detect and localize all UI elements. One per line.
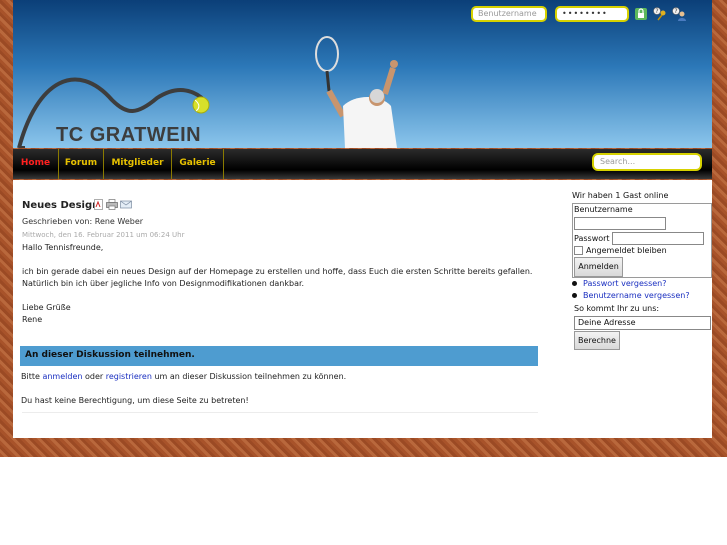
nav-item-gallery[interactable]: Galerie (172, 149, 224, 179)
discussion-prompt: Bitte anmelden oder registrieren um an d… (21, 372, 346, 381)
top-username-input[interactable]: Benutzername (471, 6, 547, 22)
discussion-text: um an dieser Diskussion teilnehmen zu kö… (154, 372, 347, 381)
login-link[interactable]: anmelden (42, 372, 82, 381)
article-line: Natürlich bin ich über jegliche Info von… (22, 279, 305, 288)
svg-text:?: ? (674, 8, 677, 15)
bullet (572, 281, 577, 286)
username-label: Benutzername (574, 205, 633, 214)
pdf-icon[interactable] (93, 199, 104, 210)
address-input[interactable]: Deine Adresse (574, 316, 711, 330)
bullet (572, 293, 577, 298)
tennis-ball-icon (192, 96, 210, 114)
forgot-password-label[interactable]: Passwort vergessen? (583, 279, 667, 288)
email-icon[interactable] (120, 199, 132, 210)
article-date: Mittwoch, den 16. Februar 2011 um 06:24 … (22, 231, 185, 239)
article-closing: Liebe Grüße (22, 303, 71, 312)
main-nav: Home Forum Mitglieder Galerie Search... (13, 149, 712, 179)
discussion-header: An dieser Diskussion teilnehmen. (20, 346, 538, 366)
password-field[interactable] (612, 232, 704, 245)
remember-checkbox[interactable] (574, 246, 583, 255)
logo-text: TC GRATWEIN (56, 124, 202, 146)
forgot-username-icon[interactable]: ? (672, 7, 686, 21)
route-label: So kommt Ihr zu uns: (574, 304, 660, 313)
article-greeting: Hallo Tennisfreunde, (22, 243, 104, 252)
register-link[interactable]: registrieren (106, 372, 152, 381)
nav-item-home[interactable]: Home (13, 149, 59, 179)
content-area: Neues Design Geschrieben von: Rene Weber… (13, 180, 712, 438)
article-author: Geschrieben von: Rene Weber (22, 217, 144, 226)
svg-text:?: ? (655, 8, 658, 15)
remember-label: Angemeldet bleiben (586, 246, 667, 255)
calculate-route-button[interactable]: Berechne (574, 331, 620, 350)
article-signature: Rene (22, 315, 43, 324)
forgot-username-link[interactable]: Benutzername vergessen? (572, 291, 690, 300)
nav-item-members[interactable]: Mitglieder (104, 149, 172, 179)
login-form: Benutzername Passwort Angemeldet bleiben… (572, 203, 712, 278)
article-line: ich bin gerade dabei ein neues Design au… (22, 267, 533, 276)
search-input[interactable]: Search... (592, 153, 702, 171)
forgot-username-label[interactable]: Benutzername vergessen? (583, 291, 690, 300)
article-title[interactable]: Neues Design (22, 200, 99, 211)
username-field[interactable] (574, 217, 666, 230)
top-password-input[interactable]: •••••••• (555, 6, 629, 22)
lock-icon[interactable] (634, 7, 648, 21)
forgot-password-icon[interactable]: ? (653, 7, 667, 21)
nav-item-forum[interactable]: Forum (59, 149, 104, 179)
print-icon[interactable] (106, 199, 118, 210)
login-button[interactable]: Anmelden (574, 257, 623, 277)
password-label: Passwort (574, 234, 610, 243)
top-login-form: Benutzername •••••••• ? ? (471, 6, 686, 22)
article-tools (93, 199, 132, 210)
online-status: Wir haben 1 Gast online (572, 191, 669, 200)
discussion-text: Bitte (21, 372, 40, 381)
discussion-title: An dieser Diskussion teilnehmen. (25, 350, 195, 360)
discussion-text: oder (84, 372, 104, 381)
forgot-password-link[interactable]: Passwort vergessen? (572, 279, 667, 288)
tennis-player-illustration (315, 36, 398, 148)
site-header: TC GRATWEIN Benutzername •••••••• ? ? (13, 0, 712, 148)
no-permission-message: Du hast keine Berechtigung, um diese Sei… (21, 396, 249, 405)
divider (22, 412, 538, 413)
